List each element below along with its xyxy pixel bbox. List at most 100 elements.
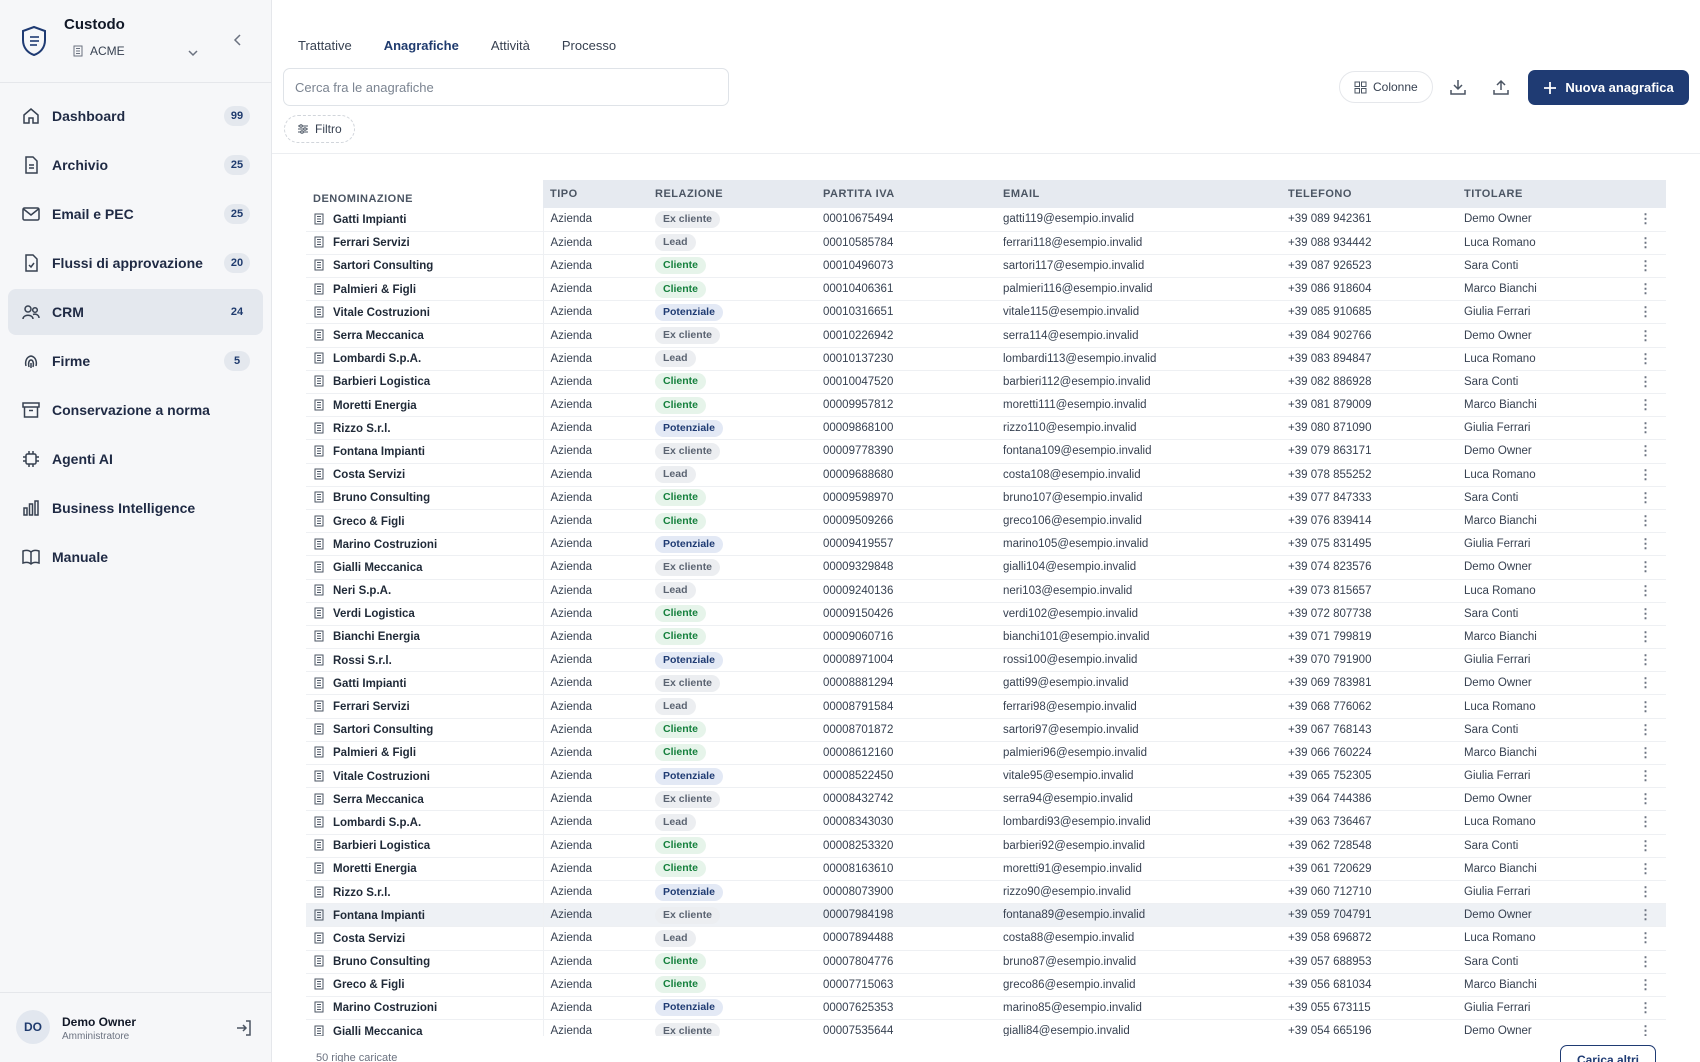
- row-actions-menu-icon[interactable]: ⋮: [1627, 208, 1666, 232]
- org-switcher[interactable]: ACME: [72, 44, 125, 58]
- row-actions-menu-icon[interactable]: ⋮: [1627, 625, 1666, 650]
- row-actions-menu-icon[interactable]: ⋮: [1627, 509, 1666, 534]
- table-row[interactable]: Moretti Energia Azienda Cliente 00008163610…: [306, 857, 1666, 881]
- table-row[interactable]: Bruno Consulting Azienda Cliente 0000959897…: [306, 486, 1666, 510]
- cell-denominazione[interactable]: Barbieri Logistica: [306, 370, 544, 395]
- row-actions-menu-icon[interactable]: ⋮: [1627, 926, 1666, 951]
- tab-trattative[interactable]: Trattative: [298, 38, 352, 59]
- row-actions-menu-icon[interactable]: ⋮: [1627, 950, 1666, 974]
- cell-denominazione[interactable]: Moretti Energia: [306, 393, 544, 418]
- load-more-button[interactable]: Carica altri: [1560, 1045, 1656, 1062]
- table-row[interactable]: Rossi S.r.l. Azienda Potenziale 00008971004…: [306, 648, 1666, 673]
- sidebar-item-crm[interactable]: CRM 24: [8, 289, 263, 335]
- row-actions-menu-icon[interactable]: ⋮: [1627, 671, 1666, 696]
- table-row[interactable]: Serra Meccanica Azienda Ex cliente 00010226…: [306, 323, 1666, 348]
- sidebar-item-conservazione-a-norma[interactable]: Conservazione a norma: [8, 387, 263, 433]
- row-actions-menu-icon[interactable]: ⋮: [1627, 300, 1666, 325]
- cell-denominazione[interactable]: Bruno Consulting: [306, 950, 544, 974]
- table-row[interactable]: Rizzo S.r.l. Azienda Potenziale 00008073900…: [306, 880, 1666, 905]
- table-row[interactable]: Ferrari Servizi Azienda Lead 00010585784 fer…: [306, 231, 1666, 255]
- upload-icon[interactable]: [1491, 77, 1511, 97]
- table-row[interactable]: Lombardi S.p.A. Azienda Lead 00008343030 lom…: [306, 810, 1666, 835]
- row-actions-menu-icon[interactable]: ⋮: [1627, 231, 1666, 255]
- row-actions-menu-icon[interactable]: ⋮: [1627, 973, 1666, 997]
- row-actions-menu-icon[interactable]: ⋮: [1627, 648, 1666, 673]
- download-icon[interactable]: [1448, 77, 1468, 97]
- cell-denominazione[interactable]: Gatti Impianti: [306, 208, 544, 232]
- table-row[interactable]: Gatti Impianti Azienda Ex cliente 000088812…: [306, 671, 1666, 696]
- cell-denominazione[interactable]: Vitale Costruzioni: [306, 300, 544, 325]
- row-actions-menu-icon[interactable]: ⋮: [1627, 323, 1666, 348]
- avatar[interactable]: DO: [16, 1010, 50, 1044]
- row-actions-menu-icon[interactable]: ⋮: [1627, 602, 1666, 626]
- row-actions-menu-icon[interactable]: ⋮: [1627, 741, 1666, 766]
- cell-denominazione[interactable]: Palmieri & Figli: [306, 741, 544, 766]
- sidebar-item-dashboard[interactable]: Dashboard 99: [8, 93, 263, 139]
- table-row[interactable]: Fontana Impianti Azienda Ex cliente 0000977…: [306, 439, 1666, 464]
- sidebar-item-manuale[interactable]: Manuale: [8, 534, 263, 580]
- row-actions-menu-icon[interactable]: ⋮: [1627, 810, 1666, 835]
- cell-denominazione[interactable]: Costa Servizi: [306, 926, 544, 951]
- row-actions-menu-icon[interactable]: ⋮: [1627, 718, 1666, 742]
- row-actions-menu-icon[interactable]: ⋮: [1627, 857, 1666, 881]
- cell-denominazione[interactable]: Barbieri Logistica: [306, 834, 544, 858]
- cell-denominazione[interactable]: Lombardi S.p.A.: [306, 810, 544, 835]
- table-row[interactable]: Gialli Meccanica Azienda Ex cliente 0000932…: [306, 555, 1666, 580]
- cell-denominazione[interactable]: Sartori Consulting: [306, 718, 544, 742]
- collapse-sidebar-icon[interactable]: [230, 32, 246, 48]
- table-row[interactable]: Greco & Figli Azienda Cliente 00009509266 gr…: [306, 509, 1666, 534]
- row-actions-menu-icon[interactable]: ⋮: [1627, 579, 1666, 603]
- row-actions-menu-icon[interactable]: ⋮: [1627, 996, 1666, 1021]
- cell-denominazione[interactable]: Gialli Meccanica: [306, 555, 544, 580]
- tab-processo[interactable]: Processo: [562, 38, 616, 59]
- cell-denominazione[interactable]: Sartori Consulting: [306, 254, 544, 279]
- sidebar-item-email-e-pec[interactable]: Email e PEC 25: [8, 191, 263, 237]
- table-row[interactable]: Rizzo S.r.l. Azienda Potenziale 00009868100…: [306, 416, 1666, 441]
- table-row[interactable]: Vitale Costruzioni Azienda Potenziale 00010…: [306, 300, 1666, 325]
- sidebar-item-flussi-di-approvazione[interactable]: Flussi di approvazione 20: [8, 240, 263, 286]
- table-row[interactable]: Verdi Logistica Azienda Cliente 00009150426…: [306, 602, 1666, 626]
- row-actions-menu-icon[interactable]: ⋮: [1627, 416, 1666, 441]
- sidebar-item-firme[interactable]: Firme 5: [8, 338, 263, 384]
- cell-denominazione[interactable]: Lombardi S.p.A.: [306, 347, 544, 371]
- cell-denominazione[interactable]: Palmieri & Figli: [306, 277, 544, 302]
- search-input[interactable]: [283, 68, 729, 106]
- cell-denominazione[interactable]: Moretti Energia: [306, 857, 544, 881]
- cell-denominazione[interactable]: Marino Costruzioni: [306, 532, 544, 557]
- cell-denominazione[interactable]: Costa Servizi: [306, 463, 544, 487]
- row-actions-menu-icon[interactable]: ⋮: [1627, 463, 1666, 487]
- row-actions-menu-icon[interactable]: ⋮: [1627, 439, 1666, 464]
- logout-icon[interactable]: [234, 1018, 254, 1038]
- cell-denominazione[interactable]: Fontana Impianti: [306, 903, 544, 928]
- table-row[interactable]: Barbieri Logistica Azienda Cliente 00010047…: [306, 370, 1666, 395]
- table-row[interactable]: Bianchi Energia Azienda Cliente 00009060716…: [306, 625, 1666, 650]
- filter-button[interactable]: Filtro: [284, 115, 355, 143]
- row-actions-menu-icon[interactable]: ⋮: [1627, 254, 1666, 279]
- table-row[interactable]: Gatti Impianti Azienda Ex cliente 000106754…: [306, 208, 1666, 232]
- column-header-denominazione[interactable]: DENOMINAZIONE: [306, 180, 543, 208]
- cell-denominazione[interactable]: Gialli Meccanica: [306, 1019, 544, 1036]
- table-row[interactable]: Moretti Energia Azienda Cliente 00009957812…: [306, 393, 1666, 418]
- row-actions-menu-icon[interactable]: ⋮: [1627, 370, 1666, 395]
- cell-denominazione[interactable]: Bruno Consulting: [306, 486, 544, 510]
- table-row[interactable]: Palmieri & Figli Azienda Cliente 0000861216…: [306, 741, 1666, 766]
- cell-denominazione[interactable]: Serra Meccanica: [306, 323, 544, 348]
- table-row[interactable]: Palmieri & Figli Azienda Cliente 0001040636…: [306, 277, 1666, 302]
- cell-denominazione[interactable]: Fontana Impianti: [306, 439, 544, 464]
- cell-denominazione[interactable]: Bianchi Energia: [306, 625, 544, 650]
- cell-denominazione[interactable]: Rossi S.r.l.: [306, 648, 544, 673]
- table-row[interactable]: Vitale Costruzioni Azienda Potenziale 00008…: [306, 764, 1666, 789]
- row-actions-menu-icon[interactable]: ⋮: [1627, 555, 1666, 580]
- column-header-tipo[interactable]: TIPO: [543, 180, 648, 208]
- tab-anagrafiche[interactable]: Anagrafiche: [384, 38, 459, 59]
- cell-denominazione[interactable]: Rizzo S.r.l.: [306, 880, 544, 905]
- cell-denominazione[interactable]: Vitale Costruzioni: [306, 764, 544, 789]
- table-row[interactable]: Marino Costruzioni Azienda Potenziale 00009…: [306, 532, 1666, 557]
- row-actions-menu-icon[interactable]: ⋮: [1627, 393, 1666, 418]
- column-header-telefono[interactable]: TELEFONO: [1281, 180, 1457, 208]
- sidebar-item-business-intelligence[interactable]: Business Intelligence: [8, 485, 263, 531]
- row-actions-menu-icon[interactable]: ⋮: [1627, 834, 1666, 858]
- cell-denominazione[interactable]: Ferrari Servizi: [306, 231, 544, 255]
- cell-denominazione[interactable]: Greco & Figli: [306, 509, 544, 534]
- table-row[interactable]: Costa Servizi Azienda Lead 00009688680 costa…: [306, 463, 1666, 487]
